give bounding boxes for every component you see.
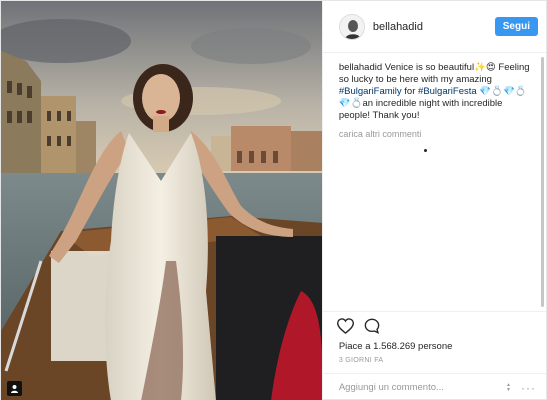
- likes-count[interactable]: Piace a 1.568.269 persone: [323, 341, 546, 352]
- load-more-comments-link[interactable]: carica altri commenti: [339, 129, 530, 139]
- loading-dot-icon: [423, 149, 427, 152]
- caption-username[interactable]: bellahadid: [339, 62, 382, 73]
- speech-bubble-icon[interactable]: [364, 318, 380, 334]
- caption-text-1: Venice is so beautiful: [382, 62, 475, 73]
- avatar[interactable]: [338, 13, 365, 40]
- heart-outline-icon[interactable]: [336, 317, 354, 334]
- follow-button[interactable]: Segui: [494, 17, 538, 36]
- caption-text-4: an incredible night with incredible peop…: [338, 98, 503, 121]
- post-caption: bellahadid Venice is so beautiful✨😍 Feel…: [339, 62, 530, 122]
- text-stepper-icon[interactable]: ▲ ▼: [506, 382, 511, 393]
- post-header: bellahadid Segui: [322, 1, 546, 53]
- hashtag-link[interactable]: #BulgariFesta: [418, 86, 477, 97]
- post-actions: [322, 311, 546, 339]
- user-tag-icon[interactable]: [7, 381, 22, 396]
- caption-emoji-1: ✨😍: [474, 62, 496, 73]
- scrollbar[interactable]: [541, 57, 544, 307]
- comments-section: bellahadid Venice is so beautiful✨😍 Feel…: [323, 53, 546, 311]
- post-timestamp: 3 GIORNI FA: [338, 357, 384, 364]
- header-username[interactable]: bellahadid: [373, 21, 495, 33]
- instagram-post: bellahadid Segui bellahadid Venice is so…: [0, 0, 547, 400]
- hashtag-link[interactable]: #BulgariFamily: [339, 86, 402, 97]
- arrow-down-icon[interactable]: ▼: [506, 387, 511, 393]
- post-photo[interactable]: [1, 1, 322, 400]
- add-comment-bar: ▲ ▼ ···: [322, 373, 546, 400]
- post-details-panel: bellahadid Segui bellahadid Venice is so…: [321, 1, 546, 400]
- comment-input[interactable]: [338, 382, 507, 393]
- caption-text-3: for: [401, 86, 419, 97]
- venice-photo-illustration: [1, 1, 322, 400]
- ellipsis-icon[interactable]: ···: [521, 381, 536, 395]
